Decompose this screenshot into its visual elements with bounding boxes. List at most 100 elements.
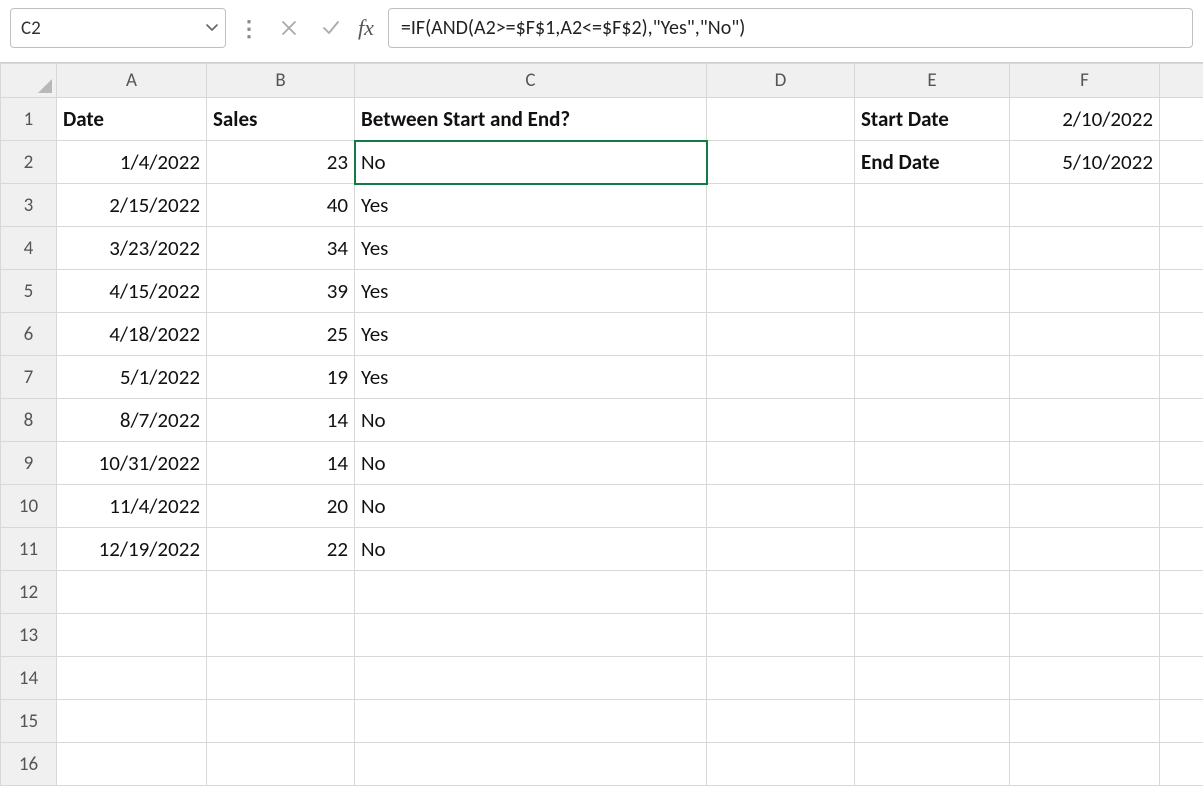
cell-E13[interactable]	[855, 614, 1010, 657]
cell-F15[interactable]	[1010, 700, 1160, 743]
cell-E8[interactable]	[855, 399, 1010, 442]
cell-E7[interactable]	[855, 356, 1010, 399]
cell-F3[interactable]	[1010, 184, 1160, 227]
cell-D13[interactable]	[707, 614, 855, 657]
cell-C1[interactable]: Between Start and End?	[355, 98, 707, 141]
cell-C13[interactable]	[355, 614, 707, 657]
cell-E10[interactable]	[855, 485, 1010, 528]
cell-E6[interactable]	[855, 313, 1010, 356]
cell-D14[interactable]	[707, 657, 855, 700]
fx-icon[interactable]: fx	[356, 15, 380, 41]
cell-G4[interactable]	[1160, 227, 1203, 270]
cell-D7[interactable]	[707, 356, 855, 399]
cell-D5[interactable]	[707, 270, 855, 313]
row-header[interactable]: 8	[1, 399, 57, 442]
cell-D1[interactable]	[707, 98, 855, 141]
cell-E2[interactable]: End Date	[855, 141, 1010, 184]
cell-E12[interactable]	[855, 571, 1010, 614]
cell-B15[interactable]	[207, 700, 355, 743]
cell-G11[interactable]	[1160, 528, 1203, 571]
cell-A10[interactable]: 11/4/2022	[57, 485, 207, 528]
row-header[interactable]: 6	[1, 313, 57, 356]
cell-C12[interactable]	[355, 571, 707, 614]
cell-B9[interactable]: 14	[207, 442, 355, 485]
cell-B7[interactable]: 19	[207, 356, 355, 399]
cell-G2[interactable]	[1160, 141, 1203, 184]
cell-B16[interactable]	[207, 743, 355, 786]
cell-E4[interactable]	[855, 227, 1010, 270]
cell-E14[interactable]	[855, 657, 1010, 700]
cell-C16[interactable]	[355, 743, 707, 786]
cell-B6[interactable]: 25	[207, 313, 355, 356]
row-header[interactable]: 2	[1, 141, 57, 184]
cell-B12[interactable]	[207, 571, 355, 614]
cancel-formula-button[interactable]	[272, 11, 306, 45]
cell-G6[interactable]	[1160, 313, 1203, 356]
cell-D11[interactable]	[707, 528, 855, 571]
cell-B2[interactable]: 23	[207, 141, 355, 184]
cell-B11[interactable]: 22	[207, 528, 355, 571]
cell-C9[interactable]: No	[355, 442, 707, 485]
cell-D6[interactable]	[707, 313, 855, 356]
cell-F14[interactable]	[1010, 657, 1160, 700]
cell-E1[interactable]: Start Date	[855, 98, 1010, 141]
cell-B4[interactable]: 34	[207, 227, 355, 270]
cell-G14[interactable]	[1160, 657, 1203, 700]
cell-D12[interactable]	[707, 571, 855, 614]
cell-E11[interactable]	[855, 528, 1010, 571]
cell-E3[interactable]	[855, 184, 1010, 227]
cell-C6[interactable]: Yes	[355, 313, 707, 356]
cell-D4[interactable]	[707, 227, 855, 270]
cell-G1[interactable]	[1160, 98, 1203, 141]
cell-F7[interactable]	[1010, 356, 1160, 399]
cell-C10[interactable]: No	[355, 485, 707, 528]
row-header[interactable]: 9	[1, 442, 57, 485]
cell-C3[interactable]: Yes	[355, 184, 707, 227]
cell-D10[interactable]	[707, 485, 855, 528]
cell-G7[interactable]	[1160, 356, 1203, 399]
row-header[interactable]: 13	[1, 614, 57, 657]
cell-G10[interactable]	[1160, 485, 1203, 528]
cell-B8[interactable]: 14	[207, 399, 355, 442]
cell-C11[interactable]: No	[355, 528, 707, 571]
cell-A5[interactable]: 4/15/2022	[57, 270, 207, 313]
col-header-F[interactable]: F	[1010, 64, 1160, 98]
row-header[interactable]: 7	[1, 356, 57, 399]
cell-A11[interactable]: 12/19/2022	[57, 528, 207, 571]
cell-F13[interactable]	[1010, 614, 1160, 657]
cell-A8[interactable]: 8/7/2022	[57, 399, 207, 442]
spreadsheet-grid[interactable]: A B C D E F 1DateSalesBetween Start and …	[0, 63, 1203, 786]
cell-C15[interactable]	[355, 700, 707, 743]
row-header[interactable]: 5	[1, 270, 57, 313]
col-header-extra[interactable]	[1160, 64, 1203, 98]
cell-G9[interactable]	[1160, 442, 1203, 485]
chevron-down-icon[interactable]	[205, 21, 219, 35]
cell-A13[interactable]	[57, 614, 207, 657]
cell-B3[interactable]: 40	[207, 184, 355, 227]
cell-F8[interactable]	[1010, 399, 1160, 442]
cell-F9[interactable]	[1010, 442, 1160, 485]
row-header[interactable]: 15	[1, 700, 57, 743]
cell-C14[interactable]	[355, 657, 707, 700]
cell-A4[interactable]: 3/23/2022	[57, 227, 207, 270]
row-header[interactable]: 12	[1, 571, 57, 614]
cell-C7[interactable]: Yes	[355, 356, 707, 399]
cell-D2[interactable]	[707, 141, 855, 184]
cell-D16[interactable]	[707, 743, 855, 786]
cell-G12[interactable]	[1160, 571, 1203, 614]
cell-E9[interactable]	[855, 442, 1010, 485]
confirm-formula-button[interactable]	[314, 11, 348, 45]
col-header-E[interactable]: E	[855, 64, 1010, 98]
name-box[interactable]: C2	[10, 8, 226, 48]
select-all-corner[interactable]	[1, 64, 57, 98]
cell-C2[interactable]: No	[355, 141, 707, 184]
cell-F1[interactable]: 2/10/2022	[1010, 98, 1160, 141]
cell-G8[interactable]	[1160, 399, 1203, 442]
col-header-D[interactable]: D	[707, 64, 855, 98]
cell-A3[interactable]: 2/15/2022	[57, 184, 207, 227]
cell-C5[interactable]: Yes	[355, 270, 707, 313]
cell-C4[interactable]: Yes	[355, 227, 707, 270]
cell-G15[interactable]	[1160, 700, 1203, 743]
cell-B13[interactable]	[207, 614, 355, 657]
row-header[interactable]: 4	[1, 227, 57, 270]
